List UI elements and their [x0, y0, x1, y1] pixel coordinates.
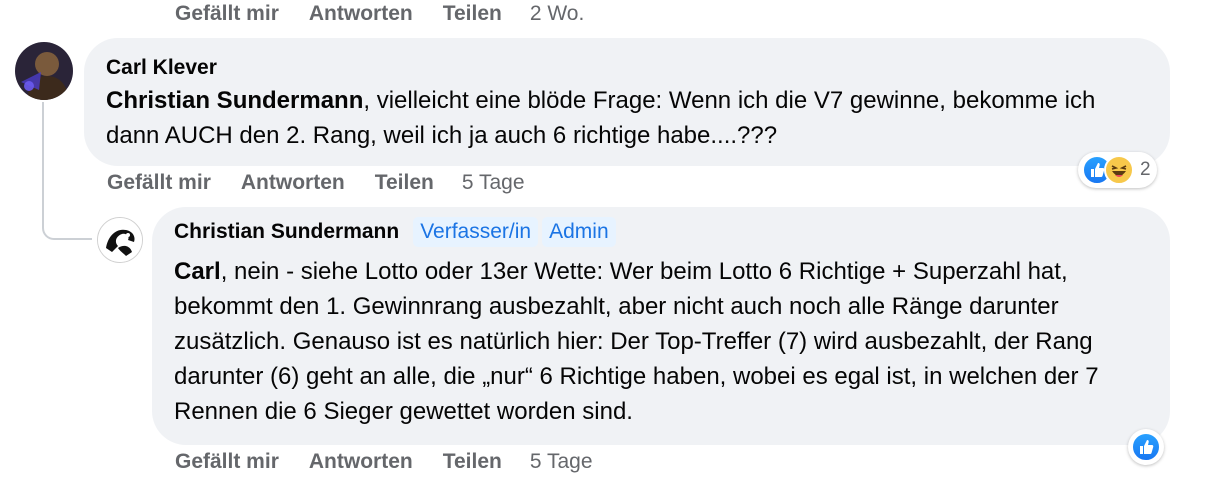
reply-bubble-christian: Christian Sundermann Verfasser/in Admin …: [152, 207, 1170, 445]
reply-author[interactable]: Christian Sundermann: [174, 220, 399, 244]
reaction-summary[interactable]: 2: [1078, 152, 1157, 188]
reply-actions: Gefällt mir Antworten Teilen 5 Tage: [175, 450, 623, 474]
timestamp[interactable]: 5 Tage: [530, 450, 593, 474]
haha-icon: [1104, 155, 1134, 185]
like-link[interactable]: Gefällt mir: [175, 2, 279, 26]
timestamp[interactable]: 5 Tage: [462, 171, 525, 195]
mention-link[interactable]: Christian Sundermann: [106, 87, 363, 114]
like-icon: [1131, 432, 1161, 462]
comment-bubble-carl: Carl Klever Christian Sundermann, vielle…: [84, 38, 1170, 166]
like-link[interactable]: Gefällt mir: [107, 171, 211, 195]
share-link[interactable]: Teilen: [443, 2, 502, 26]
avatar-carl-klever[interactable]: [15, 42, 73, 100]
reply-link[interactable]: Antworten: [309, 450, 413, 474]
reply-link[interactable]: Antworten: [309, 2, 413, 26]
share-link[interactable]: Teilen: [375, 171, 434, 195]
admin-badge: Admin: [542, 217, 616, 247]
avatar-logo-icon: [98, 218, 142, 262]
reply-reaction-summary[interactable]: [1128, 429, 1164, 465]
reply-header: Christian Sundermann Verfasser/in Admin: [174, 217, 616, 247]
share-link[interactable]: Teilen: [443, 450, 502, 474]
author-badge: Verfasser/in: [413, 217, 539, 247]
reply-text-body: , nein - siehe Lotto oder 13er Wette: We…: [174, 258, 1099, 425]
comment-actions: Gefällt mir Antworten Teilen 5 Tage: [107, 171, 555, 195]
like-link[interactable]: Gefällt mir: [175, 450, 279, 474]
timestamp[interactable]: 2 Wo.: [530, 2, 584, 26]
comment-text: Christian Sundermann, vielleicht eine bl…: [106, 83, 1106, 153]
avatar-christian-sundermann[interactable]: [97, 217, 143, 263]
mention-link[interactable]: Carl: [174, 258, 221, 285]
top-comment-actions: Gefällt mir Antworten Teilen 2 Wo.: [175, 2, 614, 26]
avatar-photo-icon: [15, 42, 73, 100]
reply-link[interactable]: Antworten: [241, 171, 345, 195]
comment-author[interactable]: Carl Klever: [106, 56, 217, 80]
reaction-count: 2: [1140, 159, 1151, 180]
reply-text: Carl, nein - siehe Lotto oder 13er Wette…: [174, 254, 1154, 429]
